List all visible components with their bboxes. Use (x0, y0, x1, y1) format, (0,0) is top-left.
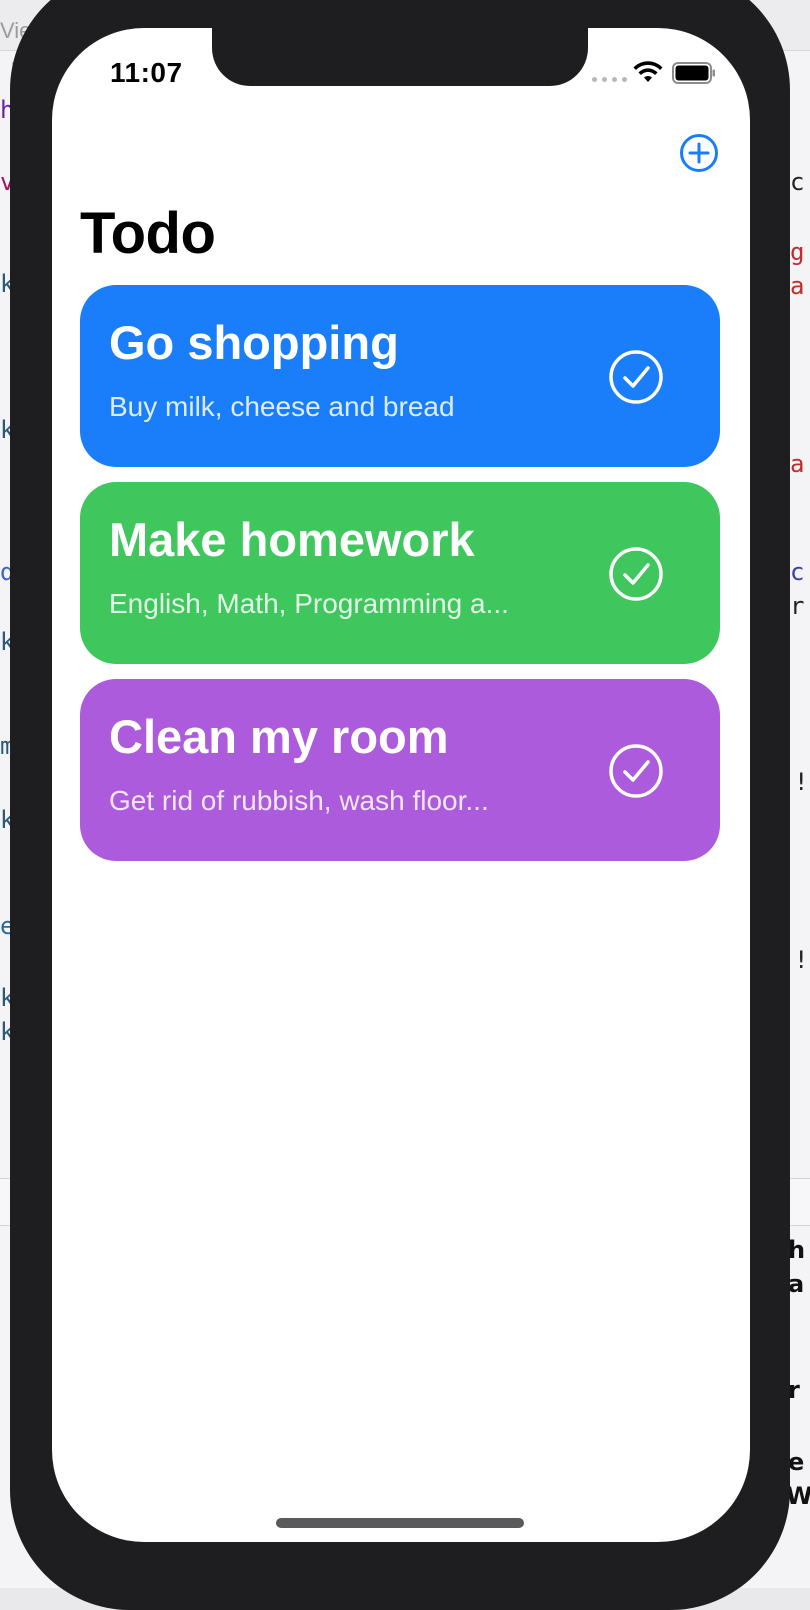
todo-card[interactable]: Go shopping Buy milk, cheese and bread (80, 285, 720, 467)
todo-subtitle: Buy milk, cheese and bread (109, 391, 455, 422)
code-fragment: ! (794, 946, 809, 974)
code-fragment: c (790, 558, 805, 586)
todo-card[interactable]: Clean my room Get rid of rubbish, wash f… (80, 679, 720, 861)
code-fragment: a (790, 272, 805, 300)
todo-subtitle: Get rid of rubbish, wash floor... (109, 785, 489, 816)
todo-title: Clean my room (109, 710, 449, 763)
text-fragment: e (788, 1448, 805, 1476)
code-fragment: g (790, 238, 805, 266)
code-fragment: ! (794, 768, 809, 796)
code-fragment: r (790, 592, 805, 620)
todo-card[interactable]: Make homework English, Math, Programming… (80, 482, 720, 664)
text-fragment: h (788, 1236, 806, 1264)
plus-circle-icon[interactable] (679, 133, 719, 173)
text-fragment: a (788, 1270, 805, 1298)
todo-subtitle: English, Math, Programming a... (109, 588, 509, 619)
wifi-icon (633, 61, 663, 82)
page-title: Todo (80, 201, 216, 266)
status-time: 11:07 (110, 57, 183, 88)
code-fragment: a (790, 450, 805, 478)
code-fragment: c (790, 168, 805, 196)
phone-notch (212, 28, 588, 86)
checkmark-circle-icon[interactable] (608, 546, 664, 602)
battery-icon (672, 62, 715, 84)
checkmark-circle-icon[interactable] (608, 743, 664, 799)
checkmark-circle-icon[interactable] (608, 349, 664, 405)
cellular-signal-icon (592, 77, 627, 82)
todo-title: Go shopping (109, 316, 399, 369)
home-indicator[interactable] (276, 1518, 524, 1528)
todo-title: Make homework (109, 513, 475, 566)
